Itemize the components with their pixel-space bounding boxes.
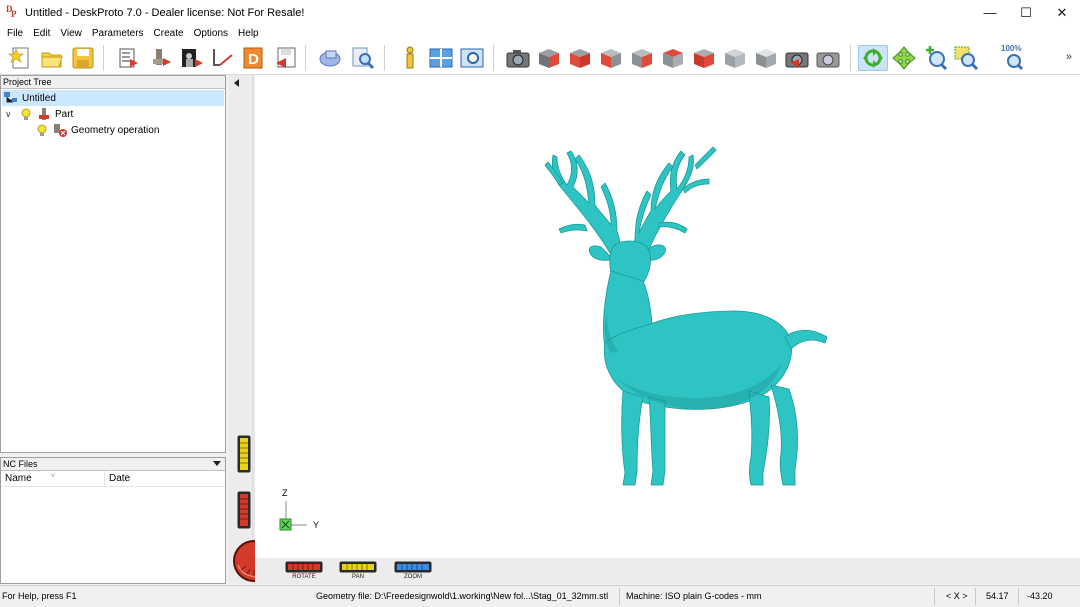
viewport-frame: Z Y ROTATE PAN ZOOM (229, 75, 1080, 584)
zoom-100-label: 100% (1001, 44, 1022, 53)
tree-item-label: Geometry operation (71, 124, 160, 136)
left-pane: Project Tree Untitled ∨ Part Geometry op… (0, 75, 226, 584)
menu-bar: File Edit View Parameters Create Options… (0, 25, 1080, 41)
view-iso-icon[interactable] (536, 45, 562, 71)
save-icon[interactable] (70, 45, 96, 71)
menu-create[interactable]: Create (149, 28, 189, 39)
tree-item-label: Untitled (22, 92, 56, 104)
zoom-label: ZOOM (404, 574, 422, 580)
project-tree-panel: Project Tree Untitled ∨ Part Geometry op… (0, 75, 226, 453)
menu-view[interactable]: View (55, 28, 87, 39)
axis-triad: Z Y (277, 487, 337, 537)
layout-windows-icon[interactable] (428, 45, 454, 71)
minimize-button[interactable]: — (972, 0, 1008, 25)
menu-parameters[interactable]: Parameters (87, 28, 149, 39)
close-button[interactable]: ✕ (1044, 0, 1080, 25)
tree-item-part[interactable]: ∨ Part (5, 106, 73, 122)
vector-import-icon[interactable] (210, 45, 236, 71)
pan-tool-icon[interactable] (891, 45, 917, 71)
tree-item-label: Part (55, 108, 74, 120)
status-axis-toggle[interactable]: < X > (946, 591, 968, 601)
view-top-icon[interactable] (660, 45, 686, 71)
rotate-label: ROTATE (292, 574, 316, 580)
stag-model (544, 146, 828, 486)
zoom-area-icon[interactable] (953, 45, 979, 71)
view-right-icon[interactable] (629, 45, 655, 71)
status-help-text: For Help, press F1 (2, 591, 77, 601)
3d-viewport[interactable]: Z Y (255, 75, 1080, 558)
status-machine: Machine: ISO plain G-codes - mm (626, 591, 762, 601)
bitmap-import-icon[interactable] (179, 45, 205, 71)
pan-thumbwheel[interactable] (339, 561, 377, 573)
camera-view-icon[interactable] (505, 45, 531, 71)
reset-view-camera-icon[interactable] (784, 45, 810, 71)
preview-magnifier-icon[interactable] (350, 45, 376, 71)
menu-file[interactable]: File (2, 28, 28, 39)
status-bar: For Help, press F1 Geometry file: D:\Fre… (0, 585, 1080, 607)
axis-y-label: Y (313, 520, 320, 530)
project-tree-header: Project Tree (1, 76, 225, 89)
info-icon[interactable] (397, 45, 423, 71)
title-bar: DP Untitled - DeskProto 7.0 - Dealer lic… (0, 0, 1080, 25)
menu-edit[interactable]: Edit (28, 28, 55, 39)
column-header-name[interactable]: ˅ Name (1, 470, 105, 487)
sort-caret-icon: ˅ (51, 472, 56, 480)
status-geometry-file: Geometry file: D:\Freedesignwold\1.worki… (316, 591, 609, 601)
operation-error-icon (53, 123, 67, 137)
window-title: Untitled - DeskProto 7.0 - Dealer licens… (25, 6, 305, 19)
collapse-left-icon[interactable] (234, 79, 239, 87)
pan-thumbwheel-vertical[interactable] (237, 435, 251, 473)
simulation-icon[interactable] (318, 45, 344, 71)
dropdown-arrow-icon[interactable] (213, 461, 221, 466)
zoom-window-icon[interactable] (459, 45, 485, 71)
viewport-side-strip (229, 75, 275, 584)
dxf-import-icon[interactable]: D (241, 45, 267, 71)
zoom-thumbwheel[interactable] (394, 561, 432, 573)
status-coordinate-1: 54.17 (986, 591, 1009, 601)
new-project-icon[interactable] (8, 45, 34, 71)
view-front-icon[interactable] (567, 45, 593, 71)
svg-text:D: D (248, 51, 259, 68)
menu-help[interactable]: Help (233, 28, 264, 39)
view-left-icon[interactable] (598, 45, 624, 71)
pan-label: PAN (352, 574, 364, 580)
zoom-100-icon[interactable]: 100% (1000, 44, 1026, 71)
nc-files-columns: ˅ Name Date (1, 470, 225, 487)
view-bottom-icon[interactable] (753, 45, 779, 71)
save-geometry-icon[interactable] (272, 45, 298, 71)
lightbulb-icon[interactable] (35, 123, 49, 137)
view-grey-cube-icon[interactable] (722, 45, 748, 71)
project-icon (4, 91, 18, 105)
status-coordinate-2: -43.20 (1027, 591, 1053, 601)
tree-item-untitled[interactable]: Untitled (2, 90, 224, 106)
expand-chevron-icon[interactable]: ∨ (5, 109, 19, 120)
rotate-thumbwheel-vertical[interactable] (237, 491, 251, 529)
maximize-button[interactable]: ☐ (1008, 0, 1044, 25)
column-header-date[interactable]: Date (105, 473, 130, 484)
tree-item-geometry-operation[interactable]: Geometry operation (35, 122, 159, 138)
column-name-label: Name (5, 472, 32, 484)
nc-files-panel: NC Files ˅ Name Date (0, 457, 226, 584)
part-import-icon[interactable] (148, 45, 174, 71)
load-geometry-icon[interactable] (116, 45, 142, 71)
lightbulb-icon[interactable] (19, 107, 33, 121)
camera-settings-icon[interactable] (815, 45, 841, 71)
viewport-control-bar: ROTATE PAN ZOOM (255, 558, 1080, 584)
toolbar-overflow-icon[interactable]: » (1066, 51, 1072, 63)
part-icon (37, 107, 51, 121)
nc-files-title: NC Files (3, 459, 38, 469)
menu-options[interactable]: Options (189, 28, 233, 39)
view-back-icon[interactable] (691, 45, 717, 71)
nc-files-header[interactable]: NC Files (1, 458, 225, 471)
zoom-tool-icon[interactable] (922, 45, 948, 71)
rotate-tool-icon[interactable] (858, 45, 888, 71)
open-folder-icon[interactable] (39, 45, 65, 71)
main-toolbar: D 100% » (0, 41, 1080, 75)
deskproto-logo-icon: DP (6, 3, 17, 19)
column-date-label: Date (109, 473, 131, 484)
rotate-thumbwheel[interactable] (285, 561, 323, 573)
